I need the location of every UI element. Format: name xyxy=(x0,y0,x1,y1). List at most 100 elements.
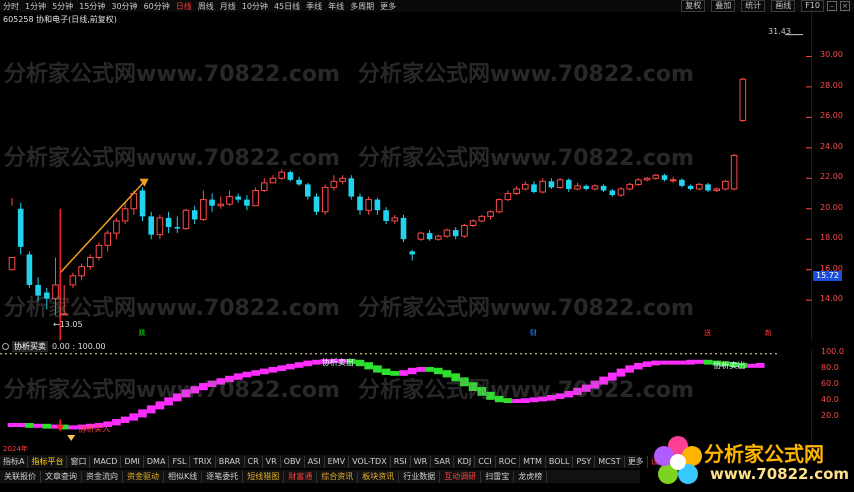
indicator-chart[interactable]: 协析买入 协析卖出 协析卖出 xyxy=(0,349,812,444)
indicator-bar xyxy=(460,377,469,387)
period-tab[interactable]: 更多 xyxy=(380,1,396,12)
candle-body xyxy=(374,199,381,211)
indicator-tab[interactable]: MTM xyxy=(520,455,546,468)
period-tab[interactable]: 5分钟 xyxy=(52,1,73,12)
indicator-tab[interactable]: DMA xyxy=(144,455,170,468)
candle xyxy=(409,249,415,261)
indicator-tab[interactable]: RSI xyxy=(391,455,411,468)
candle-body xyxy=(87,256,94,268)
price-tick-label: 28.00 xyxy=(820,80,843,90)
candle-body xyxy=(95,244,103,258)
event-marker[interactable]: 送 xyxy=(704,328,711,338)
indicator-tab[interactable]: OBV xyxy=(281,455,305,468)
indicator-bar xyxy=(268,367,278,373)
toolbar-button[interactable]: 叠加 xyxy=(711,0,736,12)
candlestick-chart[interactable] xyxy=(0,12,812,340)
function-button[interactable]: 资金驱动 xyxy=(123,470,164,483)
period-tab[interactable]: 1分钟 xyxy=(25,1,46,12)
candle-body xyxy=(713,188,721,191)
toolbar-button[interactable]: 复权 xyxy=(681,0,706,12)
function-button[interactable]: 文章查询 xyxy=(41,470,82,483)
period-tab[interactable]: 日线 xyxy=(176,1,192,12)
indicator-tab[interactable]: BRAR xyxy=(216,455,245,468)
candle xyxy=(609,188,616,197)
indicator-tab[interactable]: PSY xyxy=(573,455,596,468)
indicator-tab[interactable]: SAR xyxy=(431,455,455,468)
close-icon[interactable]: × xyxy=(840,1,850,11)
candle-body xyxy=(348,178,355,197)
indicator-tab[interactable]: KDJ xyxy=(454,455,476,468)
buy-signal-icon xyxy=(67,435,76,441)
indicator-tab[interactable]: 窗口 xyxy=(67,455,91,468)
period-tab[interactable]: 多周期 xyxy=(350,1,374,12)
candle xyxy=(261,178,268,192)
function-button[interactable]: 扫雷宝 xyxy=(481,470,515,483)
indicator-tab[interactable]: 更多 xyxy=(625,455,648,468)
function-button[interactable]: 综合资讯 xyxy=(317,470,359,483)
indicator-bar xyxy=(259,368,269,375)
function-button[interactable]: 行业数据 xyxy=(399,470,441,483)
minimize-icon[interactable]: – xyxy=(827,1,837,11)
indicator-bar xyxy=(251,370,260,376)
indicator-tab[interactable]: TRIX xyxy=(190,455,216,468)
toolbar-button[interactable]: 统计 xyxy=(741,0,766,12)
period-tab[interactable]: 60分钟 xyxy=(144,1,170,12)
period-tab[interactable]: 周线 xyxy=(198,1,214,12)
function-button[interactable]: 短线猎图 xyxy=(243,470,285,483)
indicator-tab[interactable]: VR xyxy=(263,455,281,468)
period-tab[interactable]: 30分钟 xyxy=(111,1,137,12)
event-marker[interactable]: 跳 xyxy=(139,328,146,338)
indicator-bar xyxy=(538,396,548,402)
candle xyxy=(531,181,537,194)
candle xyxy=(600,184,607,192)
price-tick-label: 24.00 xyxy=(820,141,843,151)
function-button[interactable]: 资金流向 xyxy=(82,470,123,483)
indicator-tab[interactable]: ROC xyxy=(496,455,521,468)
event-marker[interactable]: 新 xyxy=(765,328,772,338)
toolbar-button[interactable]: F10 xyxy=(801,0,824,12)
function-button[interactable]: 关联报价 xyxy=(0,470,41,483)
indicator-tab[interactable]: DMI xyxy=(121,455,144,468)
indicator-tab[interactable]: FSL xyxy=(169,455,191,468)
indicator-bar xyxy=(547,395,556,401)
function-button[interactable]: 板块资讯 xyxy=(358,470,400,483)
candle-body xyxy=(635,179,642,185)
period-tab[interactable]: 45日线 xyxy=(274,1,300,12)
period-tab[interactable]: 10分钟 xyxy=(242,1,268,12)
indicator-bar xyxy=(68,425,78,430)
indicator-tab[interactable]: MACD xyxy=(90,455,122,468)
period-tab[interactable]: 月线 xyxy=(220,1,236,12)
function-button[interactable]: 龙虎榜 xyxy=(514,470,548,483)
indicator-tab[interactable]: 指标A xyxy=(0,455,29,468)
event-marker[interactable]: 财 xyxy=(530,328,537,338)
period-tab[interactable]: 分时 xyxy=(3,1,19,12)
candle-body xyxy=(269,177,277,184)
function-button[interactable]: 财富通 xyxy=(284,470,318,483)
candle xyxy=(504,190,512,202)
period-tab[interactable]: 15分钟 xyxy=(79,1,105,12)
period-tab[interactable]: 季线 xyxy=(306,1,322,12)
candle xyxy=(566,178,572,192)
function-button[interactable]: 逐笔委托 xyxy=(202,470,244,483)
indicator-bar xyxy=(686,359,695,365)
indicator-tab[interactable]: WR xyxy=(411,455,432,468)
candle xyxy=(104,230,112,252)
candle xyxy=(78,263,85,281)
candle xyxy=(539,178,547,194)
indicator-bar xyxy=(199,383,208,391)
indicator-tab[interactable]: CR xyxy=(245,455,263,468)
toolbar-button[interactable]: 画线 xyxy=(771,0,796,12)
indicator-bar xyxy=(233,373,243,380)
indicator-tab[interactable]: ASI xyxy=(305,455,325,468)
indicator-tab[interactable]: MCST xyxy=(595,455,625,468)
indicator-tab[interactable]: EMV xyxy=(325,455,350,468)
function-button[interactable]: 相似K线 xyxy=(164,470,203,483)
candle xyxy=(348,175,355,200)
indicator-tab[interactable]: VOL-TDX xyxy=(349,455,391,468)
indicator-tab[interactable]: 指标平台 xyxy=(28,455,68,468)
indicator-tab[interactable]: BOLL xyxy=(546,455,574,468)
indicator-tab[interactable]: CCI xyxy=(475,455,496,468)
function-button[interactable]: 互动调研 xyxy=(440,470,482,483)
candle xyxy=(435,234,442,241)
period-tab[interactable]: 年线 xyxy=(328,1,344,12)
